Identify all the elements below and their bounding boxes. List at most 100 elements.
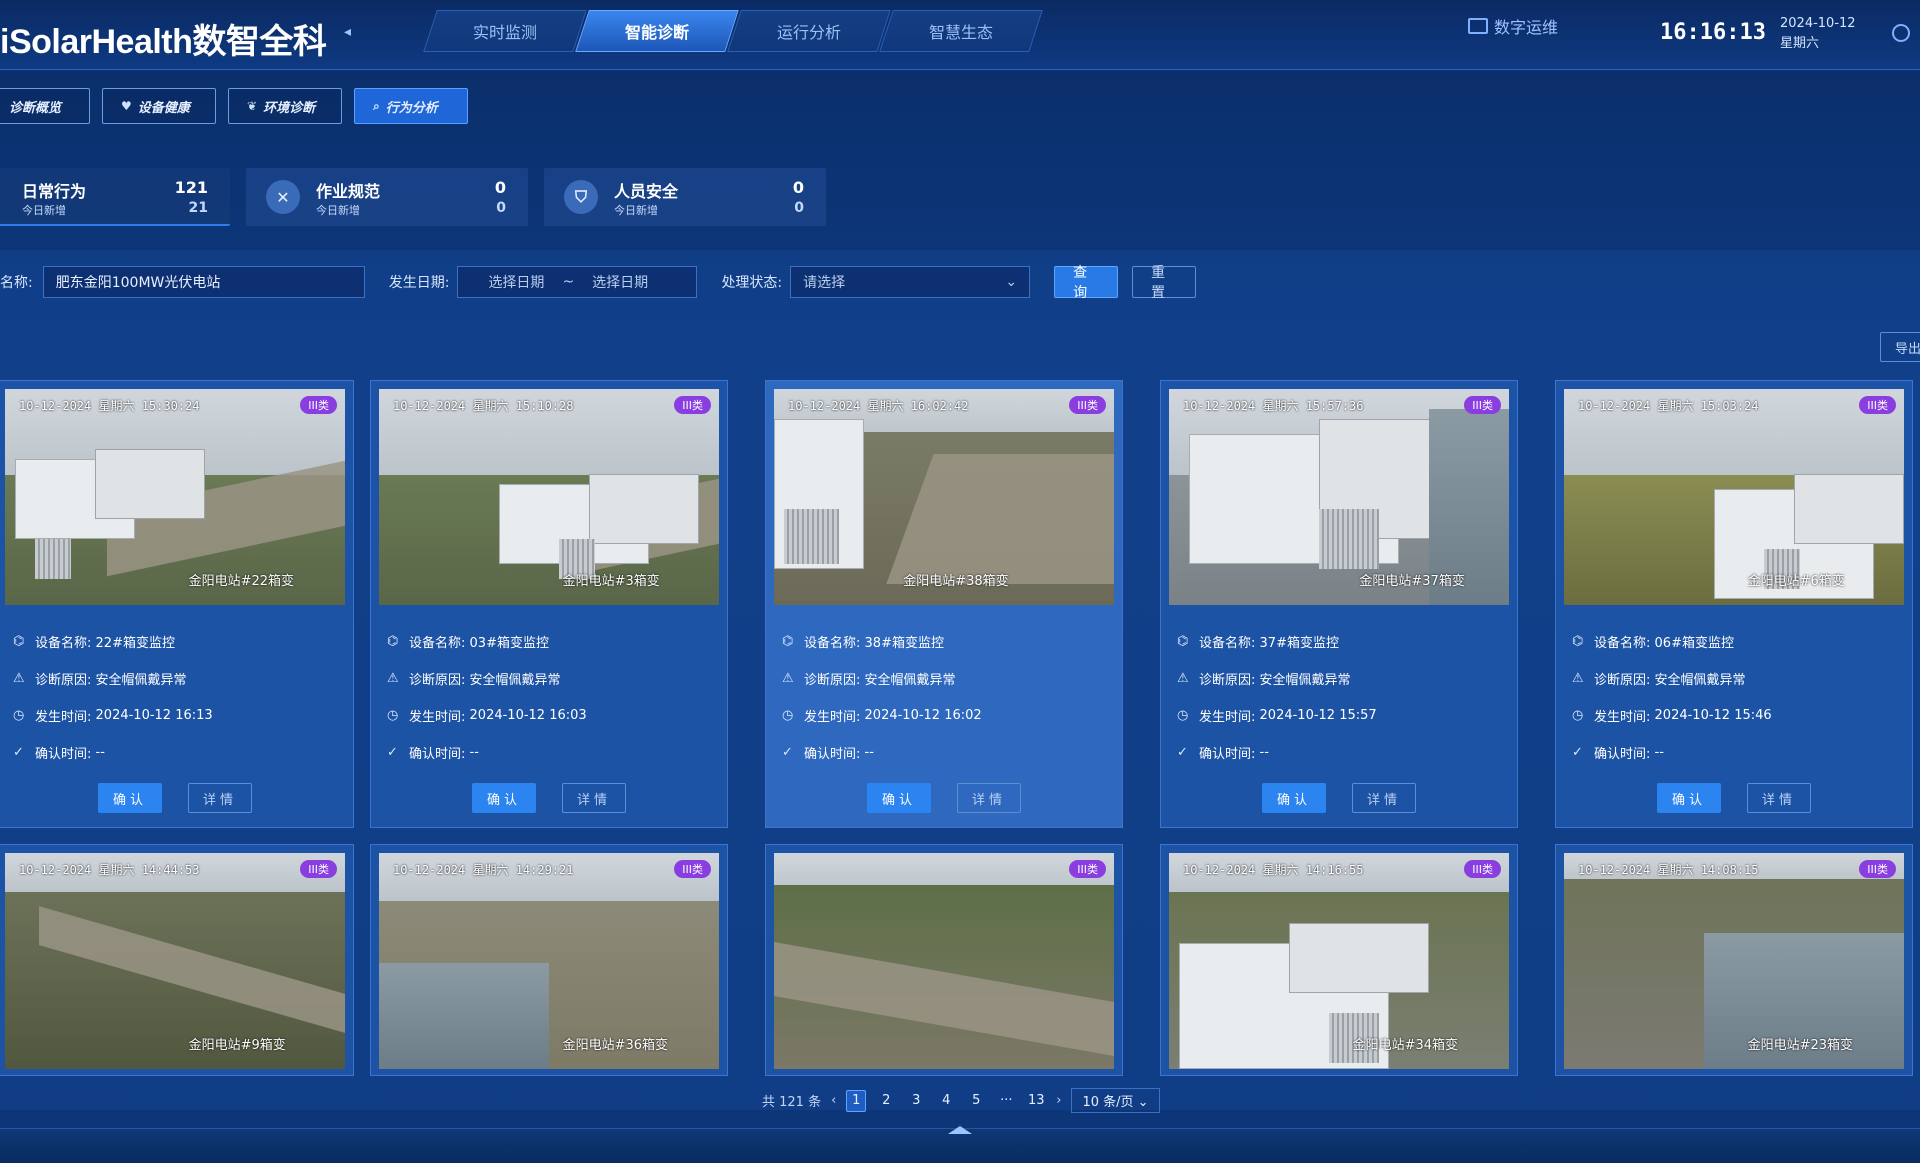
- confirm-button[interactable]: 确认: [1262, 783, 1326, 813]
- alarm-card[interactable]: 10-12-2024 星期六 14:44:53 III类 金阳电站#9箱变: [0, 844, 354, 1076]
- tab-smart-ecology[interactable]: 智慧生态: [879, 10, 1043, 52]
- occur-time: 2024-10-12 15:57: [1259, 708, 1377, 723]
- stat-operation-norms[interactable]: ✕ 作业规范 今日新增 0 0: [246, 168, 528, 226]
- diagnosis-reason: 安全帽佩戴异常: [1259, 673, 1351, 688]
- detail-button[interactable]: 详情: [188, 783, 252, 813]
- stat-label: 人员安全: [614, 182, 679, 201]
- camera-snapshot[interactable]: 10-12-2024 星期六 14:16:55 III类 金阳电站#34箱变: [1169, 853, 1509, 1069]
- page-13[interactable]: 13: [1026, 1090, 1046, 1112]
- camera-snapshot[interactable]: 10-12-2024 星期六 14:08:15 III类 金阳电站#23箱变: [1564, 853, 1904, 1069]
- alarm-card[interactable]: 10-12-2024 星期六 14:16:55 III类 金阳电站#34箱变: [1160, 844, 1518, 1076]
- page-2[interactable]: 2: [876, 1090, 896, 1112]
- camera-snapshot[interactable]: 10-12-2024 星期六 15:30:24 III类 金阳电站#22箱变: [5, 389, 345, 605]
- stat-daily-behavior[interactable]: 日常行为 今日新增 121 21: [0, 168, 230, 226]
- clock-icon: ◷: [1177, 708, 1189, 723]
- alarm-card[interactable]: 10-12-2024 星期六 16:02:42 III类 金阳电站#38箱变 ⌬…: [765, 380, 1123, 828]
- tab-realtime-monitoring[interactable]: 实时监测: [423, 10, 587, 52]
- check-icon: ✓: [1177, 745, 1188, 760]
- subtab-device-health[interactable]: ♥ 设备健康: [102, 88, 216, 124]
- status-select[interactable]: 请选择 ⌄: [790, 266, 1031, 298]
- camera-snapshot[interactable]: 10-12-2024 星期六 15:57:36 III类 金阳电站#37箱变: [1169, 389, 1509, 605]
- settings-icon[interactable]: [1892, 24, 1910, 42]
- pagination: 共 121 条 ‹ 1 2 3 4 5 ··· 13 › 10 条/页 ⌄: [762, 1088, 1160, 1113]
- class-badge: III类: [1069, 396, 1106, 414]
- date-range-picker[interactable]: 选择日期 ~ 选择日期: [457, 266, 698, 298]
- next-page-icon[interactable]: ›: [1056, 1093, 1061, 1108]
- leaf-icon: ❦: [247, 99, 258, 113]
- snapshot-timestamp: 10-12-2024 星期六 16:02:42: [788, 399, 969, 413]
- class-badge: III类: [1464, 396, 1501, 414]
- detail-button[interactable]: 详情: [562, 783, 626, 813]
- page-ellipsis[interactable]: ···: [996, 1090, 1016, 1112]
- date-separator: ~: [562, 274, 575, 290]
- digital-ops-label: 数字运维: [1494, 18, 1559, 37]
- clock-icon: ◷: [782, 708, 794, 723]
- page-3[interactable]: 3: [906, 1090, 926, 1112]
- chevron-down-icon: ⌄: [1005, 274, 1018, 290]
- confirm-button[interactable]: 确认: [98, 783, 162, 813]
- detail-button[interactable]: 详情: [1747, 783, 1811, 813]
- camera-snapshot[interactable]: 10-12-2024 星期六 14:29:21 III类 金阳电站#36箱变: [379, 853, 719, 1069]
- alarm-card[interactable]: 10-12-2024 星期六 15:57:36 III类 金阳电站#37箱变 ⌬…: [1160, 380, 1518, 828]
- expand-up-icon[interactable]: [948, 1126, 972, 1134]
- alarm-card[interactable]: III类: [765, 844, 1123, 1076]
- alarm-card[interactable]: 10-12-2024 星期六 14:08:15 III类 金阳电站#23箱变: [1555, 844, 1913, 1076]
- confirm-button[interactable]: 确认: [1657, 783, 1721, 813]
- digital-ops-link[interactable]: 数字运维: [1468, 14, 1558, 38]
- main-nav: 实时监测 智能诊断 运行分析 智慧生态: [423, 10, 1043, 52]
- check-icon: ✓: [387, 745, 398, 760]
- query-button[interactable]: 查询: [1054, 265, 1119, 301]
- stat-value: 0: [792, 178, 804, 197]
- page-size-select[interactable]: 10 条/页 ⌄: [1071, 1088, 1160, 1113]
- camera-snapshot[interactable]: 10-12-2024 星期六 15:03:24 III类 金阳电站#6箱变: [1564, 389, 1904, 605]
- device-name: 06#箱变监控: [1654, 636, 1734, 651]
- monitor-icon: [1468, 18, 1488, 34]
- confirm-button[interactable]: 确认: [867, 783, 931, 813]
- alarm-card[interactable]: 10-12-2024 星期六 15:03:24 III类 金阳电站#6箱变 ⌬ 设…: [1555, 380, 1913, 828]
- stat-label: 作业规范: [316, 182, 381, 201]
- subtab-behavior-analysis[interactable]: ⌕ 行为分析: [354, 88, 468, 124]
- clock-icon: ◷: [1572, 708, 1584, 723]
- station-input[interactable]: 肥东金阳100MW光伏电站: [42, 266, 365, 298]
- stat-sub-label: 今日新增: [614, 204, 658, 217]
- tab-operation-analysis[interactable]: 运行分析: [727, 10, 891, 52]
- clock-icon: ◷: [387, 708, 399, 723]
- alarm-card[interactable]: 10-12-2024 星期六 15:10:28 III类 金阳电站#3箱变 ⌬ 设…: [370, 380, 728, 828]
- warning-icon: ⚠: [387, 671, 399, 686]
- prev-page-icon[interactable]: ‹: [831, 1093, 836, 1108]
- page-5[interactable]: 5: [966, 1090, 986, 1112]
- confirm-button[interactable]: 确认: [472, 783, 536, 813]
- collapse-arrow-icon[interactable]: ◂: [344, 24, 351, 40]
- snapshot-location: 金阳电站#3箱变: [562, 574, 660, 589]
- status-placeholder: 请选择: [803, 275, 846, 291]
- device-name: 03#箱变监控: [469, 636, 549, 651]
- total-count: 共 121 条: [762, 1095, 822, 1110]
- stat-personnel-safety[interactable]: ⛉ 人员安全 今日新增 0 0: [544, 168, 826, 226]
- snapshot-timestamp: 10-12-2024 星期六 14:44:53: [19, 863, 200, 877]
- page-4[interactable]: 4: [936, 1090, 956, 1112]
- camera-snapshot[interactable]: 10-12-2024 星期六 15:10:28 III类 金阳电站#3箱变: [379, 389, 719, 605]
- snapshot-timestamp: 10-12-2024 星期六 15:57:36: [1183, 399, 1364, 413]
- reset-button[interactable]: 重置: [1132, 265, 1197, 301]
- alarm-card[interactable]: 10-12-2024 星期六 15:30:24 III类 金阳电站#22箱变 ⌬…: [0, 380, 354, 828]
- snapshot-location: 金阳电站#22箱变: [188, 574, 295, 589]
- card-info: ⌬ 设备名称: 38#箱变监控 ⚠ 诊断原因: 安全帽佩戴异常 ◷ 发生时间: 202…: [782, 634, 982, 762]
- alarm-card[interactable]: 10-12-2024 星期六 14:29:21 III类 金阳电站#36箱变: [370, 844, 728, 1076]
- subtab-environment-diagnosis[interactable]: ❦ 环境诊断: [228, 88, 342, 124]
- snapshot-timestamp: 10-12-2024 星期六 15:03:24: [1578, 399, 1759, 413]
- subtab-diagnosis-overview[interactable]: 诊断概览: [0, 88, 90, 124]
- detail-button[interactable]: 详情: [957, 783, 1021, 813]
- detail-button[interactable]: 详情: [1352, 783, 1416, 813]
- page-1[interactable]: 1: [846, 1089, 867, 1112]
- camera-snapshot[interactable]: III类: [774, 853, 1114, 1069]
- confirm-time: --: [1654, 745, 1664, 760]
- warning-icon: ⚠: [13, 671, 25, 686]
- camera-snapshot[interactable]: 10-12-2024 星期六 16:02:42 III类 金阳电站#38箱变: [774, 389, 1114, 605]
- weekday-text: 星期六: [1780, 36, 1820, 51]
- tab-intelligent-diagnosis[interactable]: 智能诊断: [575, 10, 739, 52]
- camera-snapshot[interactable]: 10-12-2024 星期六 14:44:53 III类 金阳电站#9箱变: [5, 853, 345, 1069]
- status-label: 处理状态:: [721, 275, 783, 291]
- card-info: ⌬ 设备名称: 37#箱变监控 ⚠ 诊断原因: 安全帽佩戴异常 ◷ 发生时间: 202…: [1177, 634, 1377, 762]
- export-button[interactable]: 导出: [1880, 332, 1920, 362]
- stat-label: 日常行为: [22, 182, 87, 201]
